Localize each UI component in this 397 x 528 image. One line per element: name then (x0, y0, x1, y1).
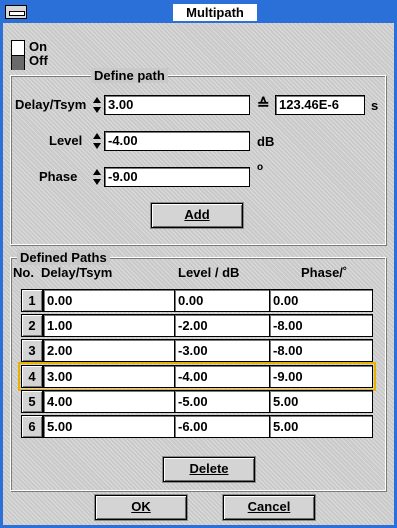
delay-cell[interactable]: 1.00 (43, 314, 175, 337)
level-unit: dB (257, 134, 275, 149)
table-row[interactable]: 4 3.00 -4.00 -9.00 (18, 362, 376, 391)
delay-seconds-field: 123.46E-6 (275, 95, 365, 115)
define-path-group-title: Define path (91, 68, 168, 83)
row-number-cell[interactable]: 4 (21, 365, 43, 388)
cancel-button-label: Cancel (247, 499, 291, 514)
table-row[interactable]: 5 4.00 -5.00 5.00 (21, 390, 373, 413)
equivalence-symbol: ≙ (257, 96, 270, 113)
window-title: Multipath (173, 4, 257, 21)
defined-paths-group-title: Defined Paths (17, 250, 110, 265)
delay-cell[interactable]: 3.00 (43, 365, 175, 388)
level-label: Level (49, 133, 83, 148)
table-row[interactable]: 3 2.00 -3.00 -8.00 (21, 339, 373, 362)
delay-spin-icon[interactable] (91, 95, 103, 115)
dialog-client: On Off Define path Delay/Tsym 3.00 ≙ 123… (3, 23, 394, 525)
column-header-phase: Phase/˚ (301, 265, 348, 280)
phase-spin-icon[interactable] (91, 167, 103, 187)
level-cell[interactable]: -5.00 (174, 390, 270, 413)
level-cell[interactable]: -3.00 (174, 339, 270, 362)
table-row[interactable]: 1 0.00 0.00 0.00 (21, 289, 373, 312)
column-header-delay: Delay/Tsym (41, 265, 113, 280)
delay-cell[interactable]: 0.00 (43, 289, 175, 312)
phase-cell[interactable]: -8.00 (269, 339, 373, 362)
column-header-no: No. (13, 265, 34, 280)
switch-knob (12, 55, 24, 70)
row-number-cell[interactable]: 1 (21, 289, 43, 312)
on-off-switch[interactable] (11, 40, 25, 70)
phase-unit: o (257, 162, 264, 173)
cancel-button[interactable]: Cancel (223, 495, 315, 520)
delete-button-label: Delete (189, 461, 229, 476)
delay-cell[interactable]: 4.00 (43, 390, 175, 413)
phase-cell[interactable]: 0.00 (269, 289, 373, 312)
delay-label: Delay/Tsym (15, 97, 87, 112)
ok-button-label: OK (131, 499, 151, 514)
delay-input[interactable]: 3.00 (104, 95, 250, 115)
row-number-cell[interactable]: 3 (21, 339, 43, 362)
phase-cell[interactable]: -8.00 (269, 314, 373, 337)
add-button-label: Add (184, 207, 210, 222)
phase-cell[interactable]: 5.00 (269, 415, 373, 438)
row-number-cell[interactable]: 5 (21, 390, 43, 413)
level-cell[interactable]: 0.00 (174, 289, 270, 312)
phase-label: Phase (39, 169, 78, 184)
level-cell[interactable]: -4.00 (174, 365, 270, 388)
column-header-level: Level / dB (178, 265, 240, 280)
level-input[interactable]: -4.00 (104, 131, 250, 151)
level-spin-icon[interactable] (91, 131, 103, 151)
switch-off-label: Off (29, 53, 48, 68)
seconds-unit: s (371, 98, 379, 113)
table-row[interactable]: 6 5.00 -6.00 5.00 (21, 415, 373, 438)
delay-cell[interactable]: 5.00 (43, 415, 175, 438)
level-cell[interactable]: -2.00 (174, 314, 270, 337)
add-button[interactable]: Add (151, 203, 243, 228)
dialog-window: Multipath On Off Define path Delay/Tsym … (0, 0, 397, 528)
level-cell[interactable]: -6.00 (174, 415, 270, 438)
phase-cell[interactable]: -9.00 (269, 365, 373, 388)
phase-input[interactable]: -9.00 (104, 167, 250, 187)
delete-button[interactable]: Delete (163, 457, 255, 482)
title-bar[interactable]: Multipath (3, 3, 394, 23)
ok-button[interactable]: OK (95, 495, 187, 520)
phase-cell[interactable]: 5.00 (269, 390, 373, 413)
table-row[interactable]: 2 1.00 -2.00 -8.00 (21, 314, 373, 337)
switch-on-label: On (29, 39, 48, 54)
delay-cell[interactable]: 2.00 (43, 339, 175, 362)
row-number-cell[interactable]: 6 (21, 415, 43, 438)
system-menu-icon[interactable] (5, 5, 27, 19)
row-number-cell[interactable]: 2 (21, 314, 43, 337)
